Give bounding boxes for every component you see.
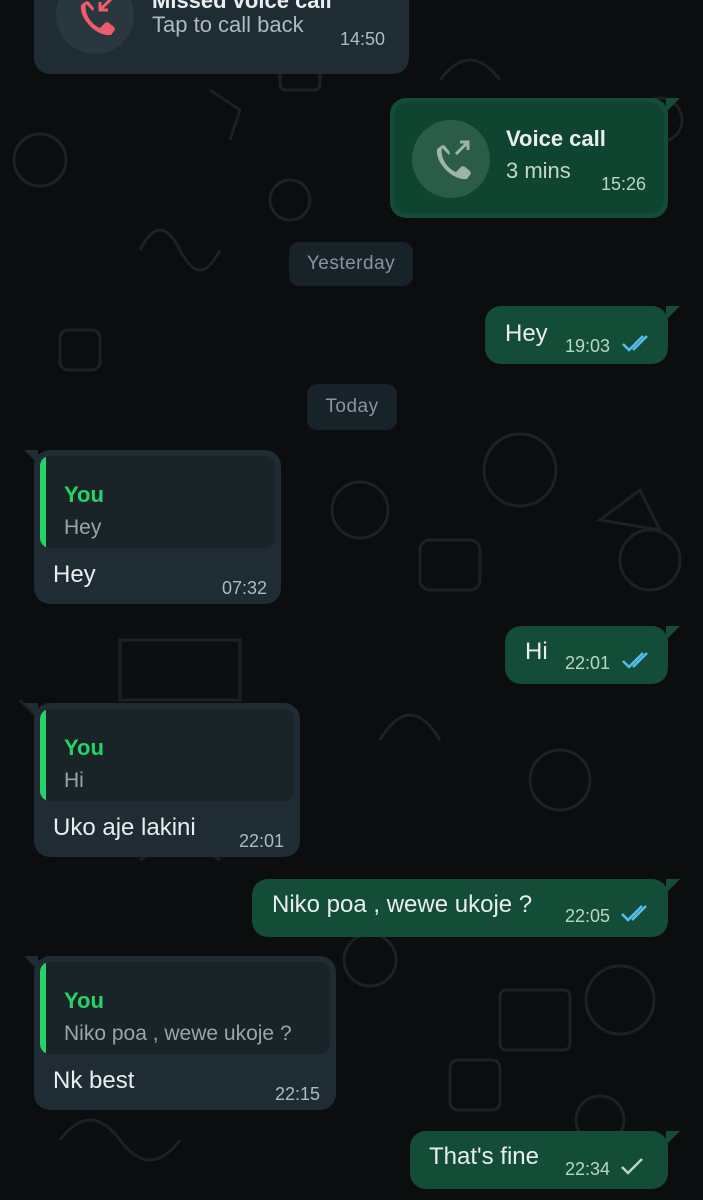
message-text: That's fine xyxy=(429,1143,539,1170)
missed-call-icon xyxy=(56,0,134,54)
missed-call-time: 14:50 xyxy=(339,29,385,49)
quote-accent-bar xyxy=(40,709,46,801)
quote-author: You xyxy=(64,988,104,1013)
message-incoming-reply[interactable]: You Niko poa , wewe ukoje ? Nk best 22:1… xyxy=(24,956,336,1110)
message-time: 22:01 xyxy=(565,653,611,673)
message-text: Niko poa , wewe ukoje ? xyxy=(272,891,533,918)
message-text: Hi xyxy=(525,638,548,665)
message-outgoing[interactable]: Niko poa , wewe ukoje ? 22:05 xyxy=(252,879,680,937)
message-text: Hey xyxy=(53,561,96,588)
outgoing-call-icon xyxy=(412,120,490,198)
message-text: Uko aje lakini xyxy=(53,814,196,841)
message-outgoing[interactable]: That's fine 22:34 xyxy=(410,1131,680,1189)
read-receipt-icon xyxy=(622,652,648,669)
message-text: Hey xyxy=(505,320,548,347)
message-time: 07:32 xyxy=(221,578,267,598)
voice-call-time: 15:26 xyxy=(600,174,646,194)
quote-author: You xyxy=(64,735,104,760)
voice-call-bubble[interactable]: Voice call 3 mins 15:26 xyxy=(390,98,680,218)
read-receipt-icon xyxy=(622,335,648,352)
quote-author: You xyxy=(64,482,104,507)
voice-call-title: Voice call xyxy=(506,126,606,151)
quoted-message[interactable]: You Niko poa , wewe ukoje ? xyxy=(40,962,330,1054)
quote-text: Hi xyxy=(64,769,84,792)
message-text: Nk best xyxy=(53,1067,135,1094)
message-time: 22:01 xyxy=(238,831,284,851)
message-outgoing[interactable]: Hi 22:01 xyxy=(505,626,680,684)
voice-call-duration: 3 mins xyxy=(506,158,571,183)
date-separator-today: Today xyxy=(307,384,397,430)
quote-accent-bar xyxy=(40,962,46,1054)
quote-accent-bar xyxy=(40,456,46,548)
message-incoming-reply[interactable]: You Hey Hey 07:32 xyxy=(24,450,281,604)
message-time: 22:15 xyxy=(274,1084,320,1104)
quoted-message[interactable]: You Hi xyxy=(40,709,294,801)
quote-text: Niko poa , wewe ukoje ? xyxy=(64,1022,292,1045)
missed-call-bubble[interactable]: Missed voice call Tap to call back 14:50 xyxy=(34,0,409,74)
quoted-message[interactable]: You Hey xyxy=(40,456,275,548)
missed-call-subtitle: Tap to call back xyxy=(152,12,304,37)
read-receipt-icon xyxy=(621,905,647,922)
message-outgoing[interactable]: Hey 19:03 xyxy=(485,306,680,364)
sent-tick-icon xyxy=(621,1158,643,1175)
message-time: 22:05 xyxy=(565,906,611,926)
message-time: 19:03 xyxy=(565,336,611,356)
quote-text: Hey xyxy=(64,516,102,539)
message-time: 22:34 xyxy=(565,1159,611,1179)
message-incoming-reply[interactable]: You Hi Uko aje lakini 22:01 xyxy=(24,703,300,857)
date-separator-yesterday: Yesterday xyxy=(289,242,413,286)
